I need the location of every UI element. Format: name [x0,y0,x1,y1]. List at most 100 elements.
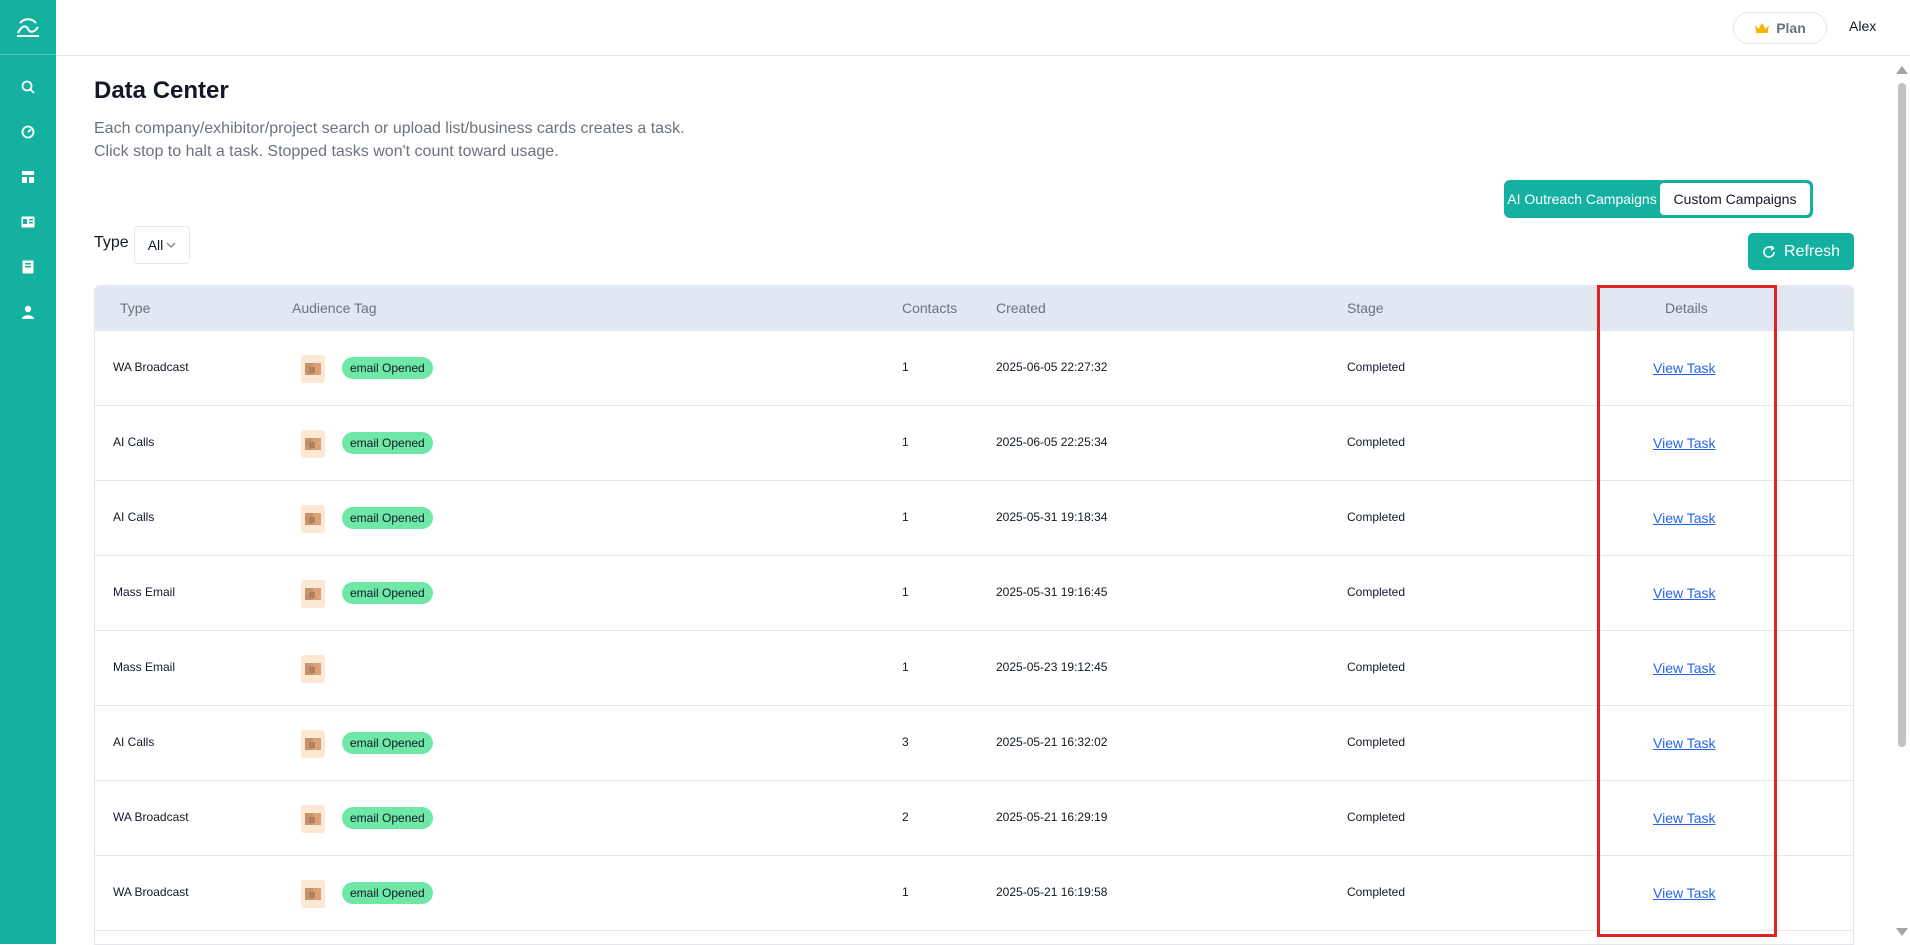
header-stage: Stage [1347,300,1384,316]
row-contacts: 1 [902,885,909,899]
user-icon [21,305,35,319]
row-type: AI Calls [113,510,154,524]
ai-outreach-campaigns-tab[interactable]: AI Outreach Campaigns [1507,183,1657,215]
row-created: 2025-05-21 16:19:58 [996,885,1107,899]
table-header: Type Audience Tag Contacts Created Stage… [95,286,1854,331]
table-row: WA Broadcast email Opened 1 2025-05-21 16:1… [95,856,1854,931]
sidebar-item-library[interactable] [0,249,56,285]
search-icon [21,80,35,94]
page-description: Each company/exhibitor/project search or… [94,117,685,163]
view-task-link[interactable]: View Task [1653,660,1716,676]
row-type: WA Broadcast [113,885,189,899]
layout-icon [21,170,35,184]
row-stage: Completed [1347,885,1405,899]
row-contacts: 1 [902,585,909,599]
row-contacts: 1 [902,360,909,374]
header-created: Created [996,300,1046,316]
row-type: WA Broadcast [113,360,189,374]
page-title: Data Center [94,77,229,105]
book-icon [22,260,34,274]
row-created: 2025-05-31 19:16:45 [996,585,1107,599]
refresh-label: Refresh [1784,243,1840,261]
type-filter-label: Type [94,234,129,252]
sidebar-item-dashboard[interactable] [0,114,56,150]
table-row: AI Calls email Opened 1 2025-05-31 19:18:34… [95,481,1854,556]
blurred-avatar [295,501,331,537]
blurred-avatar [295,726,331,762]
row-created: 2025-05-21 16:29:19 [996,810,1107,824]
header-audience-tag: Audience Tag [292,300,377,316]
row-contacts: 2 [902,810,909,824]
row-type: Mass Email [113,660,175,674]
row-type: WA Broadcast [113,810,189,824]
table-row: WA Broadcastemail Opened12025-06-05 22:2… [95,331,1854,406]
view-task-link[interactable]: View Task [1653,510,1716,526]
row-type: Mass Email [113,585,175,599]
view-task-link[interactable]: View Task [1653,810,1716,826]
row-stage: Completed [1347,360,1405,374]
header-contacts: Contacts [902,300,957,316]
refresh-icon [1762,245,1776,259]
blurred-avatar [295,426,331,462]
sidebar-item-profile[interactable] [0,294,56,330]
table-row: Mass Email email Opened 1 2025-05-31 19:16:… [95,556,1854,631]
audience-tag-badge: email Opened [342,432,433,454]
table-row: AI Calls email Opened 3 2025-05-21 16:32:02… [95,706,1854,781]
custom-campaigns-tab[interactable]: Custom Campaigns [1660,183,1810,215]
row-type: AI Calls [113,735,154,749]
view-task-link[interactable]: View Task [1653,735,1716,751]
sidebar-item-layout[interactable] [0,159,56,195]
plan-label: Plan [1776,20,1806,36]
blurred-avatar [295,351,331,387]
audience-tag-badge: email Opened [342,732,433,754]
sidebar-item-cards[interactable] [0,204,56,240]
sidebar-item-search[interactable] [0,69,56,105]
type-filter-value: All [148,237,164,253]
view-task-link[interactable]: View Task [1653,360,1716,376]
campaign-toggle: AI Outreach Campaigns Custom Campaigns [1504,180,1813,218]
audience-tag-badge: email Opened [342,582,433,604]
row-stage: Completed [1347,660,1405,674]
view-task-link[interactable]: View Task [1653,435,1716,451]
sidebar [0,0,56,944]
id-card-icon [21,216,35,228]
main-content: Data Center Each company/exhibitor/proje… [56,56,1910,944]
type-filter-select[interactable]: All [134,226,190,264]
brand-logo-icon [14,15,42,39]
scroll-up-arrow[interactable] [1896,66,1908,74]
row-stage: Completed [1347,735,1405,749]
user-name[interactable]: Alex [1849,18,1876,34]
plan-button[interactable]: Plan [1733,12,1827,44]
row-created: 2025-05-21 16:32:02 [996,735,1107,749]
row-created: 2025-06-05 22:25:34 [996,435,1107,449]
refresh-button[interactable]: Refresh [1748,233,1854,270]
row-stage: Completed [1347,435,1405,449]
audience-tag-badge: email Opened [342,507,433,529]
row-contacts: 1 [902,435,909,449]
view-task-link[interactable]: View Task [1653,585,1716,601]
tasks-table: Type Audience Tag Contacts Created Stage… [94,285,1854,945]
blurred-avatar [295,801,331,837]
scroll-down-arrow[interactable] [1896,928,1908,936]
audience-tag-badge: email Opened [342,807,433,829]
audience-tag-badge: email Opened [342,882,433,904]
blurred-avatar [295,651,331,687]
logo[interactable] [0,0,56,55]
scrollbar-thumb[interactable] [1898,83,1906,747]
dashboard-icon [21,125,35,139]
view-task-link[interactable]: View Task [1653,885,1716,901]
top-bar [56,0,1910,56]
header-details: Details [1665,300,1708,316]
row-created: 2025-05-31 19:18:34 [996,510,1107,524]
row-stage: Completed [1347,585,1405,599]
row-contacts: 1 [902,510,909,524]
blurred-avatar [295,876,331,912]
description-line-2: Click stop to halt a task. Stopped tasks… [94,140,685,163]
row-stage: Completed [1347,510,1405,524]
row-contacts: 1 [902,660,909,674]
crown-icon [1754,21,1770,35]
row-created: 2025-05-23 19:12:45 [996,660,1107,674]
table-row: WA Broadcast email Opened 2 2025-05-21 16:2… [95,781,1854,856]
description-line-1: Each company/exhibitor/project search or… [94,117,685,140]
row-contacts: 3 [902,735,909,749]
